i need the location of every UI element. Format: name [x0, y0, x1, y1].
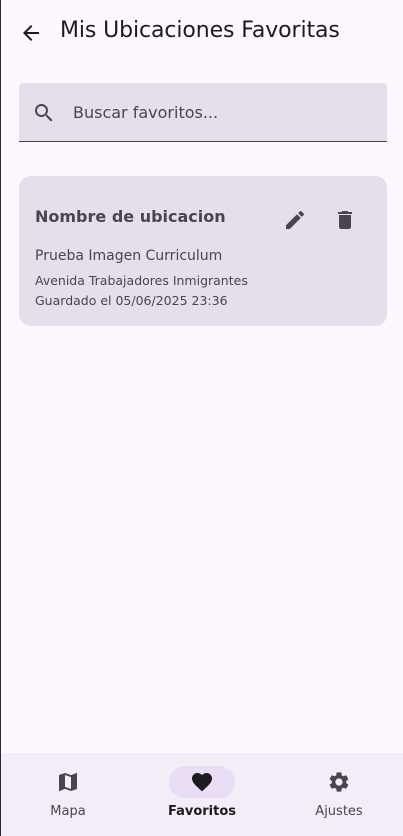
delete-button[interactable] — [327, 202, 363, 238]
nav-label-favoritos: Favoritos — [167, 804, 237, 819]
search-bar[interactable] — [19, 83, 387, 142]
page-title: Mis Ubicaciones Favoritas — [60, 18, 340, 43]
location-name: Nombre de ubicacion — [35, 207, 226, 226]
search-input[interactable] — [73, 83, 373, 141]
edit-button[interactable] — [277, 202, 313, 238]
app-window: Mis Ubicaciones Favoritas Nombre de ubic… — [0, 0, 403, 836]
gear-icon — [329, 772, 349, 792]
nav-label-mapa: Mapa — [50, 804, 86, 819]
trash-icon — [338, 211, 352, 229]
map-icon — [59, 773, 77, 791]
location-address: Avenida Trabajadores Inmigrantes — [35, 273, 248, 288]
top-app-bar: Mis Ubicaciones Favoritas — [1, 0, 403, 66]
nav-item-ajustes[interactable]: Ajustes — [272, 753, 403, 836]
back-button[interactable] — [15, 17, 47, 49]
pencil-icon — [286, 210, 305, 229]
nav-indicator — [35, 766, 101, 798]
location-description: Prueba Imagen Curriculum — [35, 248, 223, 264]
nav-item-favoritos[interactable]: Favoritos — [135, 753, 269, 836]
favorite-card[interactable]: Nombre de ubicacion Prueba Imagen Curric… — [19, 176, 387, 326]
bottom-navigation: Mapa Favoritos Ajustes — [1, 753, 403, 836]
nav-item-mapa[interactable]: Mapa — [1, 753, 135, 836]
arrow-back-icon — [23, 25, 39, 41]
nav-label-ajustes: Ajustes — [315, 804, 363, 819]
saved-timestamp: Guardado el 05/06/2025 23:36 — [35, 293, 228, 308]
nav-indicator — [306, 766, 372, 798]
nav-active-indicator — [169, 766, 235, 798]
search-icon — [35, 104, 53, 122]
heart-icon — [192, 773, 212, 792]
